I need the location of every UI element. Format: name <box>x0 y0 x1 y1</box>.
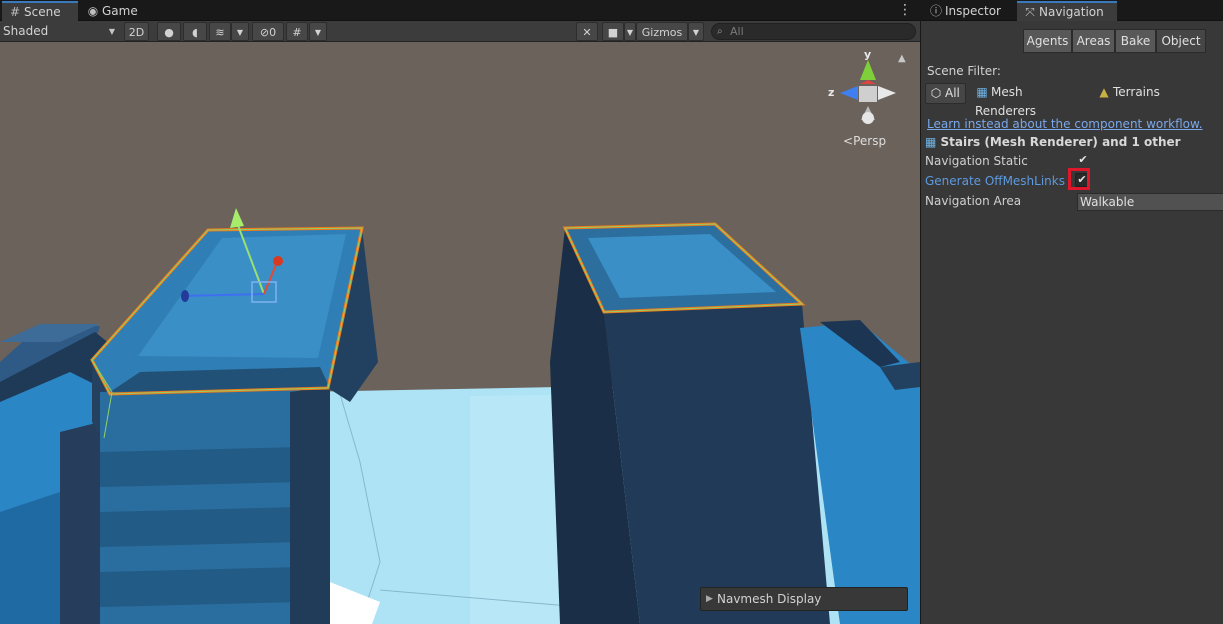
scene-viewport[interactable]: y z ▲ <Persp ▶ Navmesh Display <box>0 42 920 624</box>
mode-areas-button[interactable]: Areas <box>1072 29 1115 53</box>
speaker-icon: ◖ <box>192 26 198 39</box>
hash-grid-icon: # <box>9 5 21 19</box>
projection-label: Persp <box>853 134 887 148</box>
hidden-objects-toggle[interactable]: ⊘0 <box>252 22 284 41</box>
lightbulb-icon: ● <box>164 26 174 39</box>
scene-toolbar: Shaded ▼ 2D ● ◖ ≋ ▼ ⊘0 # ▼ ✕ ■ ▼ Gizmos … <box>0 21 920 42</box>
selected-object-title: ▦ Stairs (Mesh Renderer) and 1 other <box>925 135 1181 149</box>
hidden-count: 0 <box>269 26 277 39</box>
lighting-toggle-button[interactable]: ● <box>157 22 181 41</box>
tab-scene[interactable]: # Scene <box>2 1 78 21</box>
filter-terrains-label: Terrains <box>1113 85 1160 99</box>
camera-dropdown-button[interactable]: ▼ <box>624 22 636 41</box>
gizmo-y-label: y <box>864 48 872 61</box>
chevron-down-icon: ▼ <box>626 28 634 37</box>
search-placeholder: All <box>730 25 744 38</box>
navigation-area-dropdown[interactable]: Walkable <box>1077 193 1223 211</box>
shading-mode-value: Shaded <box>3 24 49 38</box>
tab-navigation[interactable]: ⤧ Navigation <box>1017 1 1117 21</box>
scene-search-input[interactable]: ⌕ All <box>711 23 916 40</box>
tab-inspector-label: Inspector <box>945 4 1001 18</box>
cube-icon: ⬡ <box>930 86 942 100</box>
toggle-2d-button[interactable]: 2D <box>124 22 149 41</box>
scene-filter-label: Scene Filter: <box>927 64 1001 78</box>
filter-all-label: All <box>945 86 960 100</box>
grid-dropdown-button[interactable]: ▼ <box>309 22 327 41</box>
scene-tabbar: # Scene ◉ Game ⋮ <box>0 0 920 21</box>
navigation-window: ⓘ Inspector ⤧ Navigation Agents Areas Ba… <box>921 0 1223 624</box>
scene-window: # Scene ◉ Game ⋮ Shaded ▼ 2D ● ◖ ≋ ▼ ⊘0 … <box>0 0 920 624</box>
navigation-panel: Agents Areas Bake Object Scene Filter: ⬡… <box>921 21 1223 624</box>
navigation-static-label: Navigation Static <box>925 154 1028 168</box>
effects-dropdown-button[interactable]: ▼ <box>231 22 249 41</box>
terrain-icon: ▲ <box>1099 85 1109 99</box>
gamepad-icon: ◉ <box>87 4 99 18</box>
grid-icon: # <box>292 26 302 39</box>
layers-icon: ≋ <box>215 26 225 39</box>
selected-object-label: Stairs (Mesh Renderer) and 1 other <box>940 135 1181 149</box>
tab-game[interactable]: ◉ Game <box>80 1 140 21</box>
lock-icon[interactable]: ▲ <box>898 53 906 64</box>
gizmos-button[interactable]: Gizmos <box>636 22 688 41</box>
projection-toggle[interactable]: <Persp <box>843 134 886 148</box>
mode-bake-button[interactable]: Bake <box>1115 29 1156 53</box>
mesh-renderer-icon: ▦ <box>925 135 937 149</box>
wrench-cross-icon: ✕ <box>582 26 592 39</box>
filter-mesh-renderers-button[interactable]: ▦ Mesh Renderers <box>975 83 1085 118</box>
component-workflow-link[interactable]: Learn instead about the component workfl… <box>927 117 1203 131</box>
search-icon: ⌕ <box>717 26 723 37</box>
grid-snap-button[interactable]: # <box>286 22 308 41</box>
chevron-down-icon: ▼ <box>314 28 322 37</box>
mode-object-button[interactable]: Object <box>1156 29 1206 53</box>
chevron-down-icon: ▼ <box>108 27 115 36</box>
camera-button[interactable]: ■ <box>602 22 624 41</box>
tab-game-label: Game <box>102 4 138 18</box>
kebab-menu-icon[interactable]: ⋮ <box>898 2 912 18</box>
persp-arrow-icon: < <box>843 134 854 148</box>
expand-arrow-icon: ▶ <box>706 594 713 604</box>
tab-navigation-label: Navigation <box>1039 5 1104 19</box>
chevron-down-icon: ▼ <box>692 28 700 37</box>
camera-icon: ■ <box>607 26 619 39</box>
generate-offmeshlinks-label: Generate OffMeshLinks <box>925 174 1065 188</box>
tab-scene-label: Scene <box>24 5 61 19</box>
effects-toggle-button[interactable]: ≋ <box>209 22 231 41</box>
scene-render <box>0 42 920 624</box>
info-icon: ⓘ <box>929 4 942 18</box>
tab-inspector[interactable]: ⓘ Inspector <box>923 1 1015 21</box>
mesh-renderer-icon: ▦ <box>976 85 988 99</box>
checkmark-icon: ✔ <box>1078 153 1088 166</box>
navmesh-display-overlay[interactable]: ▶ Navmesh Display <box>700 587 908 611</box>
audio-toggle-button[interactable]: ◖ <box>183 22 207 41</box>
filter-terrains-button[interactable]: ▲ Terrains <box>1097 83 1167 104</box>
tools-button[interactable]: ✕ <box>576 22 598 41</box>
navigation-static-checkbox[interactable]: ✔ <box>1076 154 1090 168</box>
navmesh-display-label: Navmesh Display <box>717 592 822 606</box>
mode-agents-button[interactable]: Agents <box>1023 29 1072 53</box>
highlight-box <box>1068 168 1090 190</box>
eye-slash-icon: ⊘ <box>259 26 270 39</box>
chevron-down-icon: ▼ <box>236 28 244 37</box>
nav-tabbar: ⓘ Inspector ⤧ Navigation <box>921 0 1223 21</box>
gizmos-dropdown-button[interactable]: ▼ <box>688 22 704 41</box>
navigation-icon: ⤧ <box>1025 5 1035 19</box>
shading-mode-dropdown[interactable]: Shaded ▼ <box>0 22 118 41</box>
filter-all-button[interactable]: ⬡ All <box>925 83 966 104</box>
gizmo-z-label: z <box>828 86 835 99</box>
navigation-area-label: Navigation Area <box>925 194 1022 208</box>
